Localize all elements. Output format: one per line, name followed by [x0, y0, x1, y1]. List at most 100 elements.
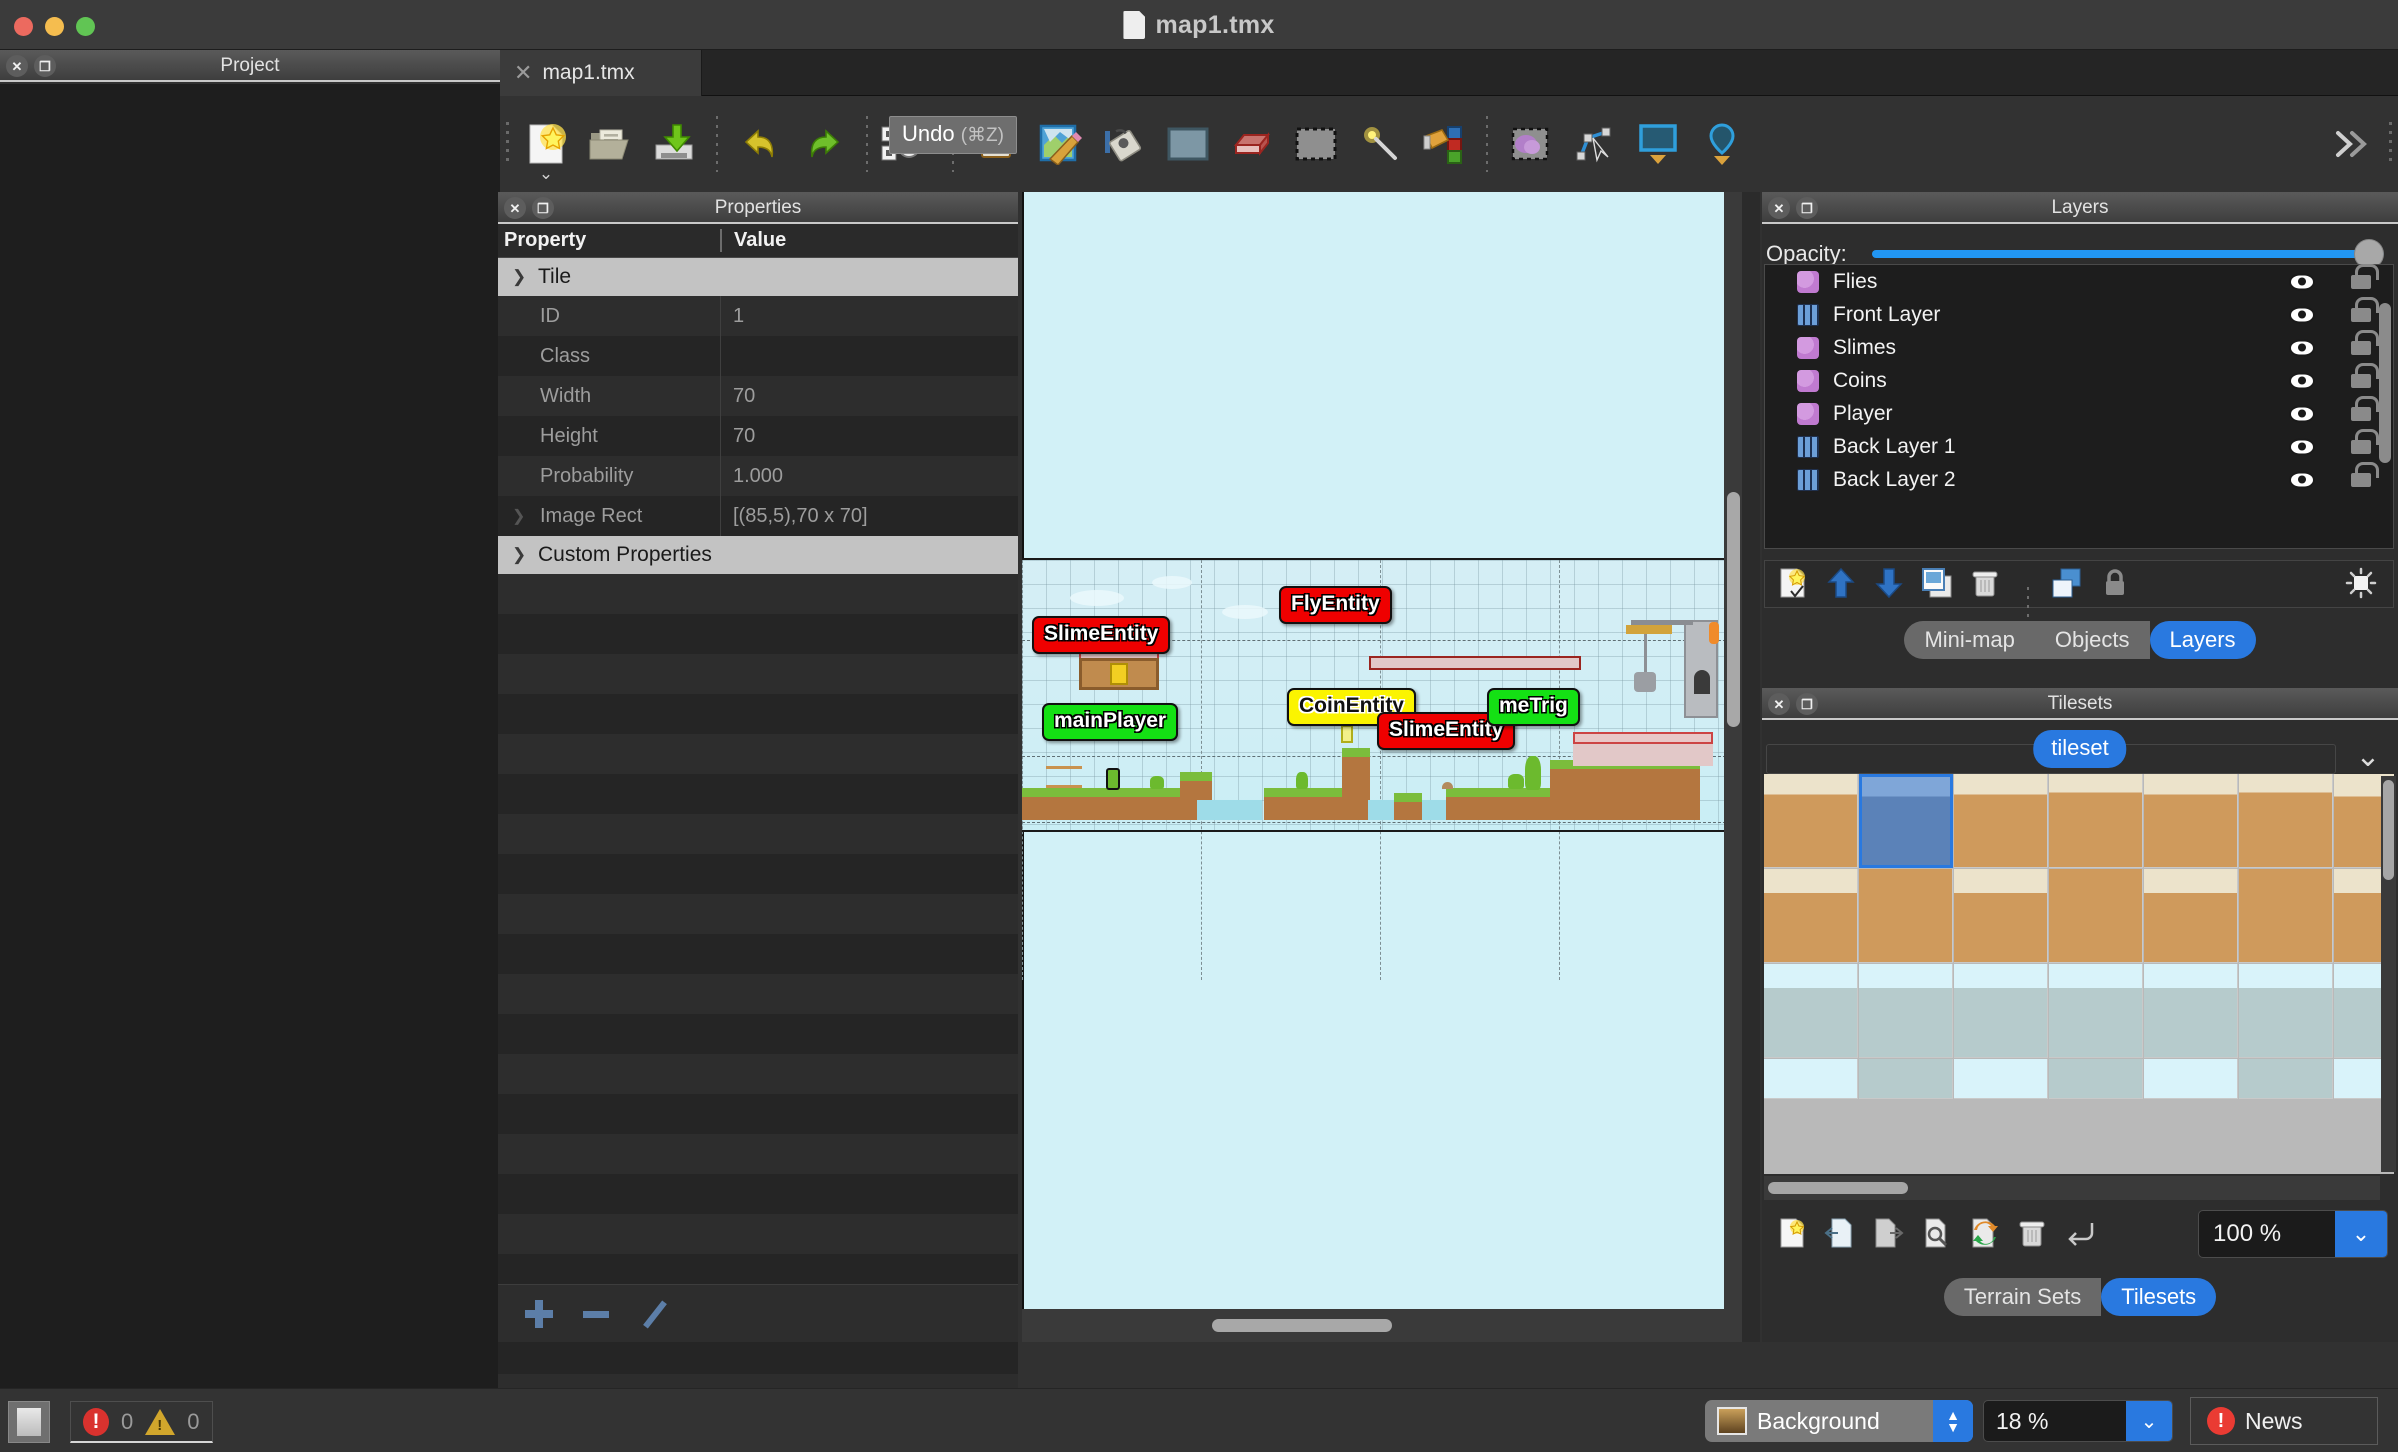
tileset-zoom-value[interactable]: 100 %	[2199, 1220, 2335, 1248]
tileset-tile[interactable]	[1859, 964, 1953, 1058]
tileset-tile[interactable]	[2049, 964, 2143, 1058]
map-vertical-scrollbar[interactable]	[1724, 192, 1742, 1309]
tileset-tile[interactable]	[2049, 774, 2143, 868]
tab-mini-map[interactable]: Mini-map	[1904, 621, 2035, 659]
tab-map1[interactable]: ✕ map1.tmx	[500, 50, 702, 96]
unlock-icon[interactable]	[2351, 362, 2379, 388]
tileset-tile[interactable]	[1859, 1059, 1953, 1099]
chevron-down-icon[interactable]: ⌄	[2342, 736, 2394, 776]
map-zoom-control[interactable]: 18 % ⌄	[1983, 1400, 2173, 1442]
export-tileset-button[interactable]	[1872, 1217, 1906, 1251]
property-value[interactable]: 70	[720, 416, 1018, 456]
issues-indicator[interactable]: ! 0 0	[70, 1401, 213, 1443]
chevron-down-icon[interactable]: ⌄	[2335, 1211, 2387, 1257]
project-tree-panel[interactable]	[0, 84, 500, 1402]
tileset-tile[interactable]	[2144, 1059, 2238, 1099]
eye-icon[interactable]	[2289, 273, 2315, 290]
eye-icon[interactable]	[2289, 306, 2315, 323]
entity-label[interactable]: FlyEntity	[1279, 586, 1392, 624]
rectangular-select-button[interactable]	[1284, 96, 1348, 192]
unlock-icon[interactable]	[2351, 428, 2379, 454]
property-value[interactable]: 1.000	[720, 456, 1018, 496]
tileset-tile[interactable]	[1764, 869, 1858, 963]
scrollbar-thumb[interactable]	[1768, 1182, 1908, 1194]
eye-icon[interactable]	[2289, 471, 2315, 488]
toolbar-overflow-button[interactable]	[2320, 96, 2384, 192]
duplicate-layer-button[interactable]	[1921, 567, 1955, 601]
chevron-down-icon[interactable]: ❯	[512, 545, 526, 565]
tab-tilesets[interactable]: Tilesets	[2101, 1278, 2217, 1316]
layers-scrollbar-thumb[interactable]	[2379, 303, 2391, 463]
insert-point-button[interactable]	[1690, 96, 1754, 192]
undo-button[interactable]	[728, 96, 792, 192]
tileset-tile[interactable]	[2144, 774, 2238, 868]
open-file-button[interactable]	[578, 96, 642, 192]
table-row[interactable]: ID 1	[498, 296, 1018, 336]
unlock-icon[interactable]	[2351, 263, 2379, 289]
entity-label[interactable]: meTrig	[1487, 688, 1580, 726]
tileset-tile[interactable]	[1954, 774, 2048, 868]
tileset-tile[interactable]	[1954, 1059, 2048, 1099]
property-group-tile[interactable]: ❯ Tile	[498, 258, 1018, 296]
tileset-tile-grid[interactable]	[1764, 774, 2394, 1174]
new-tileset-button[interactable]	[1776, 1217, 1810, 1251]
redo-button[interactable]	[792, 96, 856, 192]
remove-property-button[interactable]	[580, 1297, 614, 1331]
magic-wand-button[interactable]	[1348, 96, 1412, 192]
new-map-button[interactable]: ⌄	[514, 96, 578, 192]
tileset-tile[interactable]	[1954, 869, 2048, 963]
tileset-properties-button[interactable]	[1920, 1217, 1954, 1251]
new-layer-button[interactable]	[1777, 567, 1811, 601]
tileset-tile[interactable]	[2144, 869, 2238, 963]
updown-spinner-icon[interactable]: ▲ ▼	[1933, 1400, 1973, 1442]
remove-tileset-button[interactable]	[2016, 1217, 2050, 1251]
unlock-icon[interactable]	[2351, 296, 2379, 322]
property-value[interactable]: 1	[720, 296, 1018, 336]
revert-button[interactable]	[2064, 1217, 2098, 1251]
tab-layers[interactable]: Layers	[2149, 621, 2256, 659]
replace-tileset-button[interactable]	[1968, 1217, 2002, 1251]
list-item[interactable]: Slimes	[1765, 329, 2393, 364]
shape-fill-button[interactable]	[1156, 96, 1220, 192]
tab-tileset[interactable]: tileset	[2033, 730, 2127, 768]
eye-icon[interactable]	[2289, 438, 2315, 455]
list-item[interactable]: Flies	[1765, 263, 2393, 298]
lock-others-button[interactable]	[2099, 567, 2133, 601]
tileset-tile-selected[interactable]	[1859, 774, 1953, 868]
terrain-brush-button[interactable]	[1028, 96, 1092, 192]
layers-list[interactable]: Flies Front Layer Slimes Coins Player Ba…	[1764, 263, 2394, 549]
edit-polygons-button[interactable]	[1562, 96, 1626, 192]
news-button[interactable]: ! News	[2190, 1397, 2378, 1445]
table-row[interactable]: Probability 1.000	[498, 456, 1018, 496]
map-content[interactable]: SlimeEntity FlyEntity CoinEntity mainPla…	[1022, 560, 1736, 980]
chevron-down-icon[interactable]: ❯	[512, 267, 526, 287]
table-row[interactable]: Height 70	[498, 416, 1018, 456]
tileset-tile[interactable]	[2049, 1059, 2143, 1099]
chevron-down-icon[interactable]: ⌄	[2126, 1401, 2172, 1441]
close-icon[interactable]: ✕	[514, 62, 532, 84]
tileset-tile[interactable]	[2144, 964, 2238, 1058]
table-row[interactable]: Class	[498, 336, 1018, 376]
eye-icon[interactable]	[2289, 339, 2315, 356]
delete-layer-button[interactable]	[1969, 567, 2003, 601]
property-value[interactable]: [(85,5),70 x 70]	[720, 496, 1018, 536]
entity-label[interactable]: SlimeEntity	[1032, 616, 1171, 654]
table-row[interactable]: Width 70	[498, 376, 1018, 416]
group-layers-button[interactable]	[2051, 567, 2085, 601]
tab-terrain-sets[interactable]: Terrain Sets	[1943, 1278, 2102, 1316]
tileset-tile[interactable]	[2239, 1059, 2333, 1099]
edit-property-button[interactable]	[638, 1297, 672, 1331]
entity-label[interactable]: mainPlayer	[1042, 703, 1179, 741]
list-item[interactable]: Back Layer 1	[1765, 428, 2393, 463]
select-objects-button[interactable]	[1498, 96, 1562, 192]
list-item[interactable]: Back Layer 2	[1765, 461, 2393, 496]
insert-rectangle-button[interactable]	[1626, 96, 1690, 192]
list-item[interactable]: Front Layer	[1765, 296, 2393, 331]
bucket-fill-button[interactable]	[1092, 96, 1156, 192]
chevron-right-icon[interactable]: ❯	[512, 506, 525, 526]
property-group-custom[interactable]: ❯ Custom Properties	[498, 536, 1018, 574]
map-horizontal-scrollbar[interactable]	[1022, 1309, 1742, 1342]
tab-objects[interactable]: Objects	[2034, 621, 2150, 659]
background-selector[interactable]: Background ▲ ▼	[1705, 1400, 1973, 1442]
unlock-icon[interactable]	[2351, 395, 2379, 421]
